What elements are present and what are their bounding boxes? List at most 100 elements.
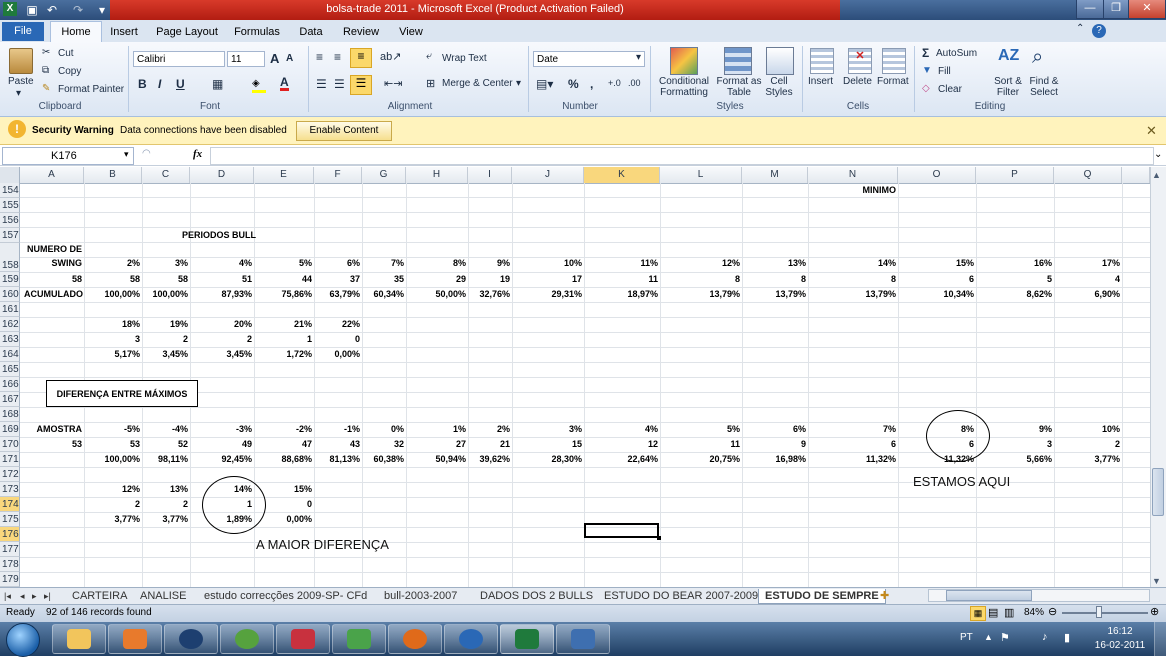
enable-content-button[interactable]: Enable Content xyxy=(296,121,392,141)
cell-e164[interactable]: 1,72% xyxy=(254,347,314,362)
tab-file[interactable]: File xyxy=(2,22,44,41)
page-break-view-icon[interactable]: ▥ xyxy=(1004,606,1014,619)
cell-d158[interactable]: 4% xyxy=(190,256,254,271)
cell-b175[interactable]: 3,77% xyxy=(84,512,142,527)
tray-volume-icon[interactable]: ♪ xyxy=(1042,631,1048,643)
taskbar-utorrent[interactable] xyxy=(220,624,274,654)
cell-e162[interactable]: 21% xyxy=(254,317,314,332)
row-header[interactable]: 160 xyxy=(0,287,20,302)
cell-h160[interactable]: 50,00% xyxy=(406,287,468,302)
cell-b163[interactable]: 3 xyxy=(84,332,142,347)
cell-b164[interactable]: 5,17% xyxy=(84,347,142,362)
ribbon-collapse-icon[interactable]: ⌃ xyxy=(1076,23,1084,34)
sheet-tab-dados-2-bulls[interactable]: DADOS DOS 2 BULLS xyxy=(480,589,593,603)
row-header[interactable]: 171 xyxy=(0,452,20,467)
wrap-text-icon[interactable]: ⤶ xyxy=(426,50,432,63)
align-middle-icon[interactable]: ≡ xyxy=(334,50,341,64)
delete-cells-button[interactable]: Delete xyxy=(843,76,872,87)
cell-f164[interactable]: 0,00% xyxy=(314,347,362,362)
cell-n159[interactable]: 8 xyxy=(808,272,898,287)
column-header-j[interactable]: J xyxy=(512,167,584,183)
sheet-tab-estudo-bear[interactable]: ESTUDO DO BEAR 2007-2009 xyxy=(604,589,758,603)
italic-button[interactable]: I xyxy=(158,77,161,91)
column-header-h[interactable]: H xyxy=(406,167,468,183)
cell-o158[interactable]: 15% xyxy=(898,256,976,271)
cell-g170[interactable]: 32 xyxy=(362,437,406,452)
cell-m171[interactable]: 16,98% xyxy=(742,452,808,467)
cell-p171[interactable]: 5,66% xyxy=(976,452,1054,467)
cell-c159[interactable]: 58 xyxy=(142,272,190,287)
cell-q159[interactable]: 4 xyxy=(1054,272,1122,287)
language-indicator[interactable]: PT xyxy=(960,632,973,643)
cell-a167-boxed-label[interactable]: DIFERENÇA ENTRE MÁXIMOS xyxy=(46,380,198,407)
format-cells-button[interactable]: Format xyxy=(877,76,909,87)
cell-j171[interactable]: 28,30% xyxy=(512,452,584,467)
cell-g158[interactable]: 7% xyxy=(362,256,406,271)
cell-e163[interactable]: 1 xyxy=(254,332,314,347)
cell-a158-line2[interactable]: SWING xyxy=(20,256,84,271)
row-header[interactable]: 169 xyxy=(0,422,20,437)
sort-filter-button[interactable]: Sort & Filter xyxy=(990,76,1026,98)
cell-b158[interactable]: 2% xyxy=(84,256,142,271)
next-sheet-icon[interactable]: ▸ xyxy=(32,589,37,603)
cell-c163[interactable]: 2 xyxy=(142,332,190,347)
cell-a160[interactable]: ACUMULADO xyxy=(20,287,84,302)
align-top-icon[interactable]: ≡ xyxy=(316,50,323,64)
cell-a159[interactable]: 58 xyxy=(20,272,84,287)
column-header-b[interactable]: B xyxy=(84,167,142,183)
row-header[interactable]: 155 xyxy=(0,198,20,213)
cell-c158[interactable]: 3% xyxy=(142,256,190,271)
cell-h159[interactable]: 29 xyxy=(406,272,468,287)
orientation-icon[interactable]: ab↗ xyxy=(380,50,401,63)
wrap-text-button[interactable]: Wrap Text xyxy=(442,53,487,64)
cell-d164[interactable]: 3,45% xyxy=(190,347,254,362)
close-button[interactable]: ✕ xyxy=(1128,0,1166,19)
merge-icon[interactable]: ⊞ xyxy=(426,77,435,90)
cell-q160[interactable]: 6,90% xyxy=(1054,287,1122,302)
number-format-combo[interactable]: Date xyxy=(533,51,645,67)
taskbar-b-app[interactable] xyxy=(444,624,498,654)
fill-color-icon[interactable]: ◈ xyxy=(252,78,266,93)
cell-styles-icon[interactable] xyxy=(766,47,794,75)
taskbar-messenger[interactable] xyxy=(332,624,386,654)
sort-filter-icon[interactable]: AZ xyxy=(998,47,1019,65)
format-painter-icon[interactable]: ✎ xyxy=(42,83,50,94)
redo-icon[interactable]: ↷ xyxy=(70,2,86,18)
column-header-i[interactable]: I xyxy=(468,167,512,183)
cell-n169[interactable]: 7% xyxy=(808,422,898,437)
help-icon[interactable]: ? xyxy=(1092,24,1106,38)
comma-button[interactable]: , xyxy=(590,77,593,91)
zoom-out-icon[interactable]: ⊖ xyxy=(1048,605,1057,618)
cell-g169[interactable]: 0% xyxy=(362,422,406,437)
format-cells-icon[interactable] xyxy=(882,48,906,74)
cell-e171[interactable]: 88,68% xyxy=(254,452,314,467)
cell-d160[interactable]: 87,93% xyxy=(190,287,254,302)
row-header[interactable]: 179 xyxy=(0,572,20,587)
font-color-icon[interactable]: A xyxy=(280,76,289,91)
row-header[interactable]: 167 xyxy=(0,392,20,407)
column-header-r[interactable] xyxy=(1122,167,1150,183)
cell-f171[interactable]: 81,13% xyxy=(314,452,362,467)
cell-e159[interactable]: 44 xyxy=(254,272,314,287)
cell-b169[interactable]: -5% xyxy=(84,422,142,437)
fill-handle[interactable] xyxy=(657,536,661,540)
zoom-level[interactable]: 84% xyxy=(1024,607,1044,618)
column-header-e[interactable]: E xyxy=(254,167,314,183)
column-header-f[interactable]: F xyxy=(314,167,362,183)
cell-i170[interactable]: 21 xyxy=(468,437,512,452)
tab-page-layout[interactable]: Page Layout xyxy=(154,24,220,42)
row-header[interactable]: 163 xyxy=(0,332,20,347)
excel-app-icon[interactable]: X xyxy=(3,2,17,16)
first-sheet-icon[interactable]: |◂ xyxy=(4,589,11,603)
taskbar-paint[interactable] xyxy=(556,624,610,654)
taskbar-hp[interactable] xyxy=(164,624,218,654)
zoom-slider-thumb[interactable] xyxy=(1096,606,1102,618)
tray-expand-icon[interactable]: ▲ xyxy=(984,632,993,642)
column-header-d[interactable]: D xyxy=(190,167,254,183)
column-header-k[interactable]: K xyxy=(584,167,660,183)
format-as-table-button[interactable]: Format as Table xyxy=(714,76,764,98)
cell-p159[interactable]: 5 xyxy=(976,272,1054,287)
column-header-a[interactable]: A xyxy=(20,167,84,183)
cell-i158[interactable]: 9% xyxy=(468,256,512,271)
sheet-tab-analise[interactable]: ANALISE xyxy=(140,589,186,603)
